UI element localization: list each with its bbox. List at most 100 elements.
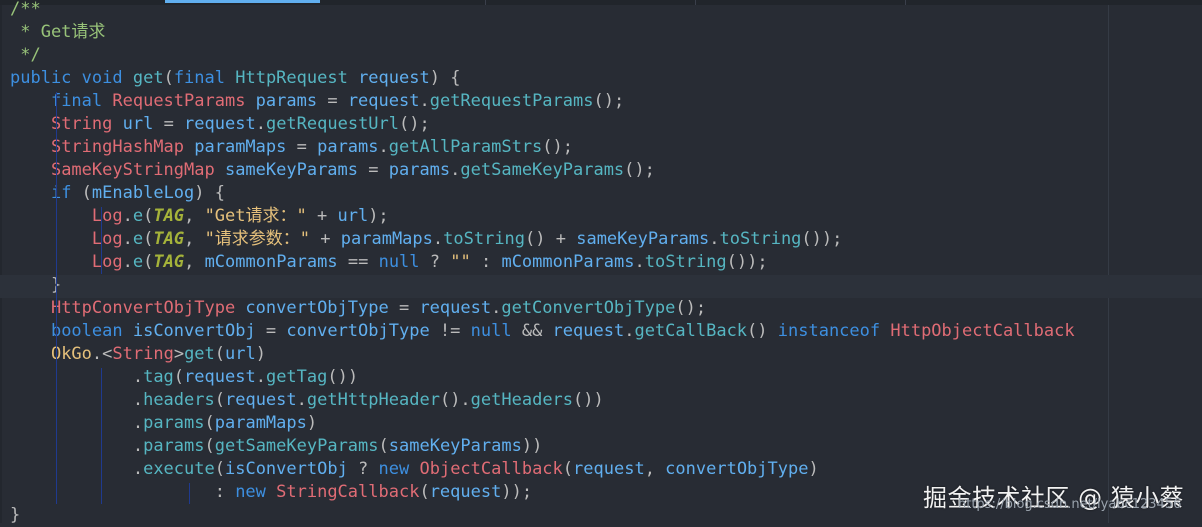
code-token: (	[81, 183, 92, 203]
indent-guide	[56, 92, 57, 504]
code-token: params	[255, 91, 328, 111]
code-token: ())	[573, 390, 604, 410]
code-token: .	[419, 91, 430, 111]
code-token: >	[173, 344, 185, 364]
code-token: String	[112, 344, 174, 364]
code-token: TAG	[153, 229, 185, 249]
code-token: )	[306, 413, 318, 433]
code-token: .	[378, 137, 389, 157]
code-token: paramMaps	[214, 413, 307, 433]
code-token: .	[624, 321, 635, 341]
code-token: .	[132, 367, 144, 387]
code-token: null	[470, 321, 522, 341]
code-token: toString	[644, 252, 727, 272]
code-token: () +	[525, 229, 577, 249]
code-token: =	[398, 298, 420, 318]
watermark-url: https://blog.csdn.net/lyabc123456	[958, 497, 1182, 512]
code-token: +	[306, 206, 338, 226]
code-token: getHttpHeader	[306, 390, 440, 410]
code-token: (	[419, 482, 430, 502]
code-token: e	[132, 206, 144, 226]
code-token: ());	[726, 252, 768, 272]
code-token: .	[432, 229, 444, 249]
code-token: .	[122, 252, 133, 272]
code-token: .	[634, 252, 645, 272]
code-token: request	[573, 459, 645, 479]
code-token: );	[368, 206, 389, 226]
code-token: OkGo	[50, 344, 92, 364]
code-token: getSameKeyParams	[214, 436, 379, 456]
code-token: getSameKeyParams	[460, 160, 625, 180]
code-token: ();	[675, 298, 707, 318]
indent-guide	[101, 207, 102, 274]
code-token: Log	[91, 229, 123, 249]
code-token: ?	[429, 252, 451, 272]
code-token: )	[255, 344, 266, 364]
code-token: new	[378, 459, 420, 479]
code-token: .	[132, 436, 144, 456]
code-token: .	[255, 367, 266, 387]
code-token: request	[552, 321, 625, 341]
code-token: request	[358, 68, 430, 88]
code-token: ())	[327, 367, 359, 387]
code-token: ,	[184, 229, 205, 249]
code-token: request	[224, 390, 297, 410]
code-token: new	[235, 482, 277, 502]
code-token: StringCallback	[276, 482, 420, 502]
right-margin-guide	[1108, 5, 1109, 523]
code-token: ());	[801, 229, 843, 249]
code-token: params	[388, 160, 451, 180]
code-token: getAllParamStrs	[388, 137, 543, 157]
code-token: (	[214, 459, 225, 479]
code-editor[interactable]: /** * Get请求 */public void get(final Http…	[0, 0, 1202, 525]
code-token: ))	[521, 436, 543, 456]
code-token: params	[317, 137, 379, 157]
code-token: ,	[644, 459, 666, 479]
code-token: convertObjType	[286, 321, 440, 341]
code-token: isConvertObj	[132, 321, 266, 341]
code-token: RequestParams	[112, 91, 256, 111]
code-token: ();	[593, 91, 625, 111]
code-token: convertObjType	[665, 459, 809, 479]
code-token: TAG	[153, 252, 185, 272]
code-token: get	[132, 68, 164, 88]
code-token: ();	[624, 160, 655, 180]
code-token: mCommonParams	[501, 252, 635, 272]
code-token: ) {	[429, 68, 461, 88]
code-token: (	[562, 459, 574, 479]
code-token: =	[296, 137, 318, 157]
code-token: execute	[143, 459, 215, 479]
code-token: request	[429, 482, 502, 502]
code-token: =	[265, 321, 287, 341]
code-token: ().	[439, 390, 471, 410]
code-token: ,	[184, 252, 205, 272]
code-token: ();	[542, 137, 574, 157]
code-token: ==	[347, 252, 379, 272]
code-token: get	[184, 344, 215, 364]
code-token: ()	[747, 321, 778, 341]
code-token: .	[122, 229, 133, 249]
indent-guide	[101, 368, 102, 504]
indent-guide	[189, 483, 190, 504]
code-token: getHeaders	[470, 390, 574, 410]
code-token: toString	[443, 229, 526, 249]
code-token: null	[378, 252, 430, 272]
code-token: &&	[521, 321, 553, 341]
code-token: getRequestParams	[429, 91, 594, 111]
code-token: "Get请求："	[204, 206, 307, 226]
code-token: void	[81, 68, 133, 88]
code-token: e	[132, 229, 144, 249]
code-token: instanceof	[777, 321, 891, 341]
code-token: getRequestUrl	[265, 114, 400, 134]
code-token: getConvertObjType	[501, 298, 676, 318]
